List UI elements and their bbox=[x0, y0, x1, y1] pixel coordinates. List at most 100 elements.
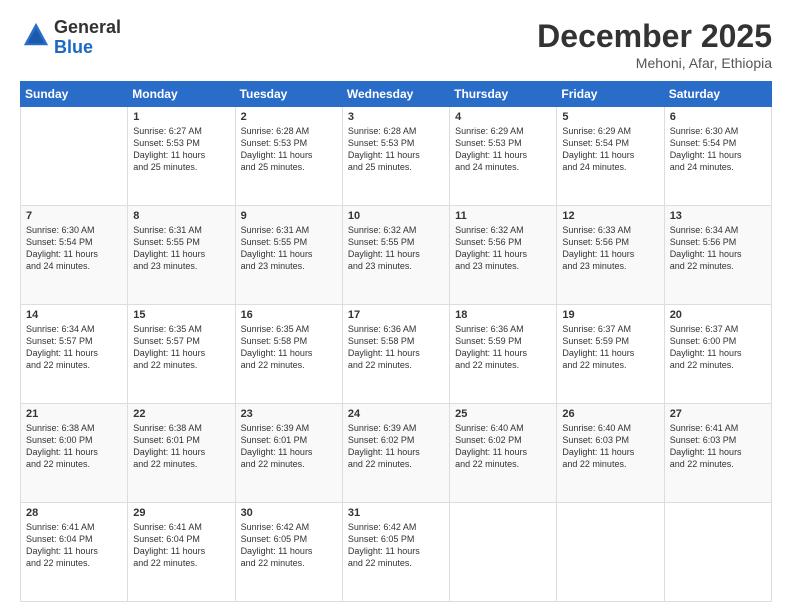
calendar-cell: 15 Sunrise: 6:35 AM Sunset: 5:57 PM Dayli… bbox=[128, 305, 235, 404]
calendar-cell: 4Sunrise: 6:29 AM Sunset: 5:53 PM Daylig… bbox=[450, 107, 557, 206]
logo-text: General Blue bbox=[54, 18, 121, 58]
calendar-cell: 29 Sunrise: 6:41 AM Sunset: 6:04 PM Dayli… bbox=[128, 503, 235, 602]
day-info: Sunrise: 6:34 AM Sunset: 5:57 PM Dayligh… bbox=[26, 323, 122, 372]
day-info: Sunrise: 6:28 AM Sunset: 5:53 PM Dayligh… bbox=[241, 125, 337, 174]
calendar-cell: 27 Sunrise: 6:41 AM Sunset: 6:03 PM Dayli… bbox=[664, 404, 771, 503]
day-info: Sunrise: 6:38 AM Sunset: 6:01 PM Dayligh… bbox=[133, 422, 229, 471]
day-info: Sunrise: 6:37 AM Sunset: 6:00 PM Dayligh… bbox=[670, 323, 766, 372]
day-info: Sunrise: 6:40 AM Sunset: 6:03 PM Dayligh… bbox=[562, 422, 658, 471]
calendar-cell: 19Sunrise: 6:37 AM Sunset: 5:59 PM Dayli… bbox=[557, 305, 664, 404]
calendar-cell: 5 Sunrise: 6:29 AM Sunset: 5:54 PM Daylig… bbox=[557, 107, 664, 206]
calendar-day-header: Sunday bbox=[21, 82, 128, 107]
day-info: Sunrise: 6:41 AM Sunset: 6:04 PM Dayligh… bbox=[133, 521, 229, 570]
calendar-table: SundayMondayTuesdayWednesdayThursdayFrid… bbox=[20, 81, 772, 602]
calendar-cell bbox=[664, 503, 771, 602]
day-info: Sunrise: 6:31 AM Sunset: 5:55 PM Dayligh… bbox=[241, 224, 337, 273]
day-number: 11 bbox=[455, 210, 551, 222]
calendar-cell: 10 Sunrise: 6:32 AM Sunset: 5:55 PM Dayli… bbox=[342, 206, 449, 305]
calendar-cell: 26Sunrise: 6:40 AM Sunset: 6:03 PM Dayli… bbox=[557, 404, 664, 503]
day-number: 12 bbox=[562, 210, 658, 222]
day-number: 15 bbox=[133, 309, 229, 321]
day-number: 29 bbox=[133, 507, 229, 519]
calendar-week-row: 14 Sunrise: 6:34 AM Sunset: 5:57 PM Dayli… bbox=[21, 305, 772, 404]
calendar-day-header: Thursday bbox=[450, 82, 557, 107]
day-number: 28 bbox=[26, 507, 122, 519]
day-number: 27 bbox=[670, 408, 766, 420]
day-number: 2 bbox=[241, 111, 337, 123]
calendar-cell: 23Sunrise: 6:39 AM Sunset: 6:01 PM Dayli… bbox=[235, 404, 342, 503]
calendar-cell: 12 Sunrise: 6:33 AM Sunset: 5:56 PM Dayli… bbox=[557, 206, 664, 305]
day-info: Sunrise: 6:42 AM Sunset: 6:05 PM Dayligh… bbox=[241, 521, 337, 570]
day-info: Sunrise: 6:33 AM Sunset: 5:56 PM Dayligh… bbox=[562, 224, 658, 273]
calendar-day-header: Tuesday bbox=[235, 82, 342, 107]
calendar-cell: 3 Sunrise: 6:28 AM Sunset: 5:53 PM Daylig… bbox=[342, 107, 449, 206]
day-info: Sunrise: 6:41 AM Sunset: 6:03 PM Dayligh… bbox=[670, 422, 766, 471]
day-info: Sunrise: 6:32 AM Sunset: 5:55 PM Dayligh… bbox=[348, 224, 444, 273]
logo-icon bbox=[22, 21, 50, 49]
calendar-cell: 16 Sunrise: 6:35 AM Sunset: 5:58 PM Dayli… bbox=[235, 305, 342, 404]
page: General Blue December 2025 Mehoni, Afar,… bbox=[0, 0, 792, 612]
day-info: Sunrise: 6:34 AM Sunset: 5:56 PM Dayligh… bbox=[670, 224, 766, 273]
calendar-cell: 11 Sunrise: 6:32 AM Sunset: 5:56 PM Dayli… bbox=[450, 206, 557, 305]
day-number: 9 bbox=[241, 210, 337, 222]
day-number: 7 bbox=[26, 210, 122, 222]
day-number: 21 bbox=[26, 408, 122, 420]
day-number: 19 bbox=[562, 309, 658, 321]
day-number: 13 bbox=[670, 210, 766, 222]
calendar-cell: 30Sunrise: 6:42 AM Sunset: 6:05 PM Dayli… bbox=[235, 503, 342, 602]
logo-blue: Blue bbox=[54, 37, 93, 57]
day-info: Sunrise: 6:36 AM Sunset: 5:59 PM Dayligh… bbox=[455, 323, 551, 372]
calendar-day-header: Monday bbox=[128, 82, 235, 107]
calendar-cell: 1Sunrise: 6:27 AM Sunset: 5:53 PM Daylig… bbox=[128, 107, 235, 206]
logo-general: General bbox=[54, 17, 121, 37]
calendar-day-header: Friday bbox=[557, 82, 664, 107]
day-info: Sunrise: 6:28 AM Sunset: 5:53 PM Dayligh… bbox=[348, 125, 444, 174]
day-number: 6 bbox=[670, 111, 766, 123]
day-info: Sunrise: 6:29 AM Sunset: 5:54 PM Dayligh… bbox=[562, 125, 658, 174]
calendar-header-row: SundayMondayTuesdayWednesdayThursdayFrid… bbox=[21, 82, 772, 107]
calendar-cell: 21 Sunrise: 6:38 AM Sunset: 6:00 PM Dayli… bbox=[21, 404, 128, 503]
day-info: Sunrise: 6:30 AM Sunset: 5:54 PM Dayligh… bbox=[670, 125, 766, 174]
calendar-cell: 25Sunrise: 6:40 AM Sunset: 6:02 PM Dayli… bbox=[450, 404, 557, 503]
day-info: Sunrise: 6:36 AM Sunset: 5:58 PM Dayligh… bbox=[348, 323, 444, 372]
day-number: 8 bbox=[133, 210, 229, 222]
calendar-cell: 17 Sunrise: 6:36 AM Sunset: 5:58 PM Dayli… bbox=[342, 305, 449, 404]
calendar-cell: 6 Sunrise: 6:30 AM Sunset: 5:54 PM Daylig… bbox=[664, 107, 771, 206]
day-number: 17 bbox=[348, 309, 444, 321]
day-info: Sunrise: 6:35 AM Sunset: 5:58 PM Dayligh… bbox=[241, 323, 337, 372]
day-number: 14 bbox=[26, 309, 122, 321]
day-number: 18 bbox=[455, 309, 551, 321]
day-info: Sunrise: 6:38 AM Sunset: 6:00 PM Dayligh… bbox=[26, 422, 122, 471]
calendar-cell: 2 Sunrise: 6:28 AM Sunset: 5:53 PM Daylig… bbox=[235, 107, 342, 206]
day-number: 16 bbox=[241, 309, 337, 321]
calendar-cell: 20 Sunrise: 6:37 AM Sunset: 6:00 PM Dayli… bbox=[664, 305, 771, 404]
calendar-cell: 7Sunrise: 6:30 AM Sunset: 5:54 PM Daylig… bbox=[21, 206, 128, 305]
day-info: Sunrise: 6:29 AM Sunset: 5:53 PM Dayligh… bbox=[455, 125, 551, 174]
calendar-cell: 31Sunrise: 6:42 AM Sunset: 6:05 PM Dayli… bbox=[342, 503, 449, 602]
calendar-week-row: 28 Sunrise: 6:41 AM Sunset: 6:04 PM Dayli… bbox=[21, 503, 772, 602]
calendar-cell: 9 Sunrise: 6:31 AM Sunset: 5:55 PM Daylig… bbox=[235, 206, 342, 305]
day-number: 10 bbox=[348, 210, 444, 222]
day-number: 3 bbox=[348, 111, 444, 123]
month-title: December 2025 bbox=[537, 18, 772, 55]
title-block: December 2025 Mehoni, Afar, Ethiopia bbox=[537, 18, 772, 71]
day-number: 20 bbox=[670, 309, 766, 321]
day-info: Sunrise: 6:39 AM Sunset: 6:01 PM Dayligh… bbox=[241, 422, 337, 471]
calendar-cell bbox=[557, 503, 664, 602]
calendar-cell: 18 Sunrise: 6:36 AM Sunset: 5:59 PM Dayli… bbox=[450, 305, 557, 404]
calendar-cell: 24Sunrise: 6:39 AM Sunset: 6:02 PM Dayli… bbox=[342, 404, 449, 503]
calendar-cell: 14 Sunrise: 6:34 AM Sunset: 5:57 PM Dayli… bbox=[21, 305, 128, 404]
header: General Blue December 2025 Mehoni, Afar,… bbox=[20, 18, 772, 71]
logo: General Blue bbox=[20, 18, 121, 58]
calendar-day-header: Wednesday bbox=[342, 82, 449, 107]
day-info: Sunrise: 6:42 AM Sunset: 6:05 PM Dayligh… bbox=[348, 521, 444, 570]
day-info: Sunrise: 6:32 AM Sunset: 5:56 PM Dayligh… bbox=[455, 224, 551, 273]
day-info: Sunrise: 6:40 AM Sunset: 6:02 PM Dayligh… bbox=[455, 422, 551, 471]
day-info: Sunrise: 6:41 AM Sunset: 6:04 PM Dayligh… bbox=[26, 521, 122, 570]
calendar-cell bbox=[21, 107, 128, 206]
calendar-cell: 22Sunrise: 6:38 AM Sunset: 6:01 PM Dayli… bbox=[128, 404, 235, 503]
day-number: 5 bbox=[562, 111, 658, 123]
calendar-week-row: 1Sunrise: 6:27 AM Sunset: 5:53 PM Daylig… bbox=[21, 107, 772, 206]
day-number: 1 bbox=[133, 111, 229, 123]
day-info: Sunrise: 6:35 AM Sunset: 5:57 PM Dayligh… bbox=[133, 323, 229, 372]
